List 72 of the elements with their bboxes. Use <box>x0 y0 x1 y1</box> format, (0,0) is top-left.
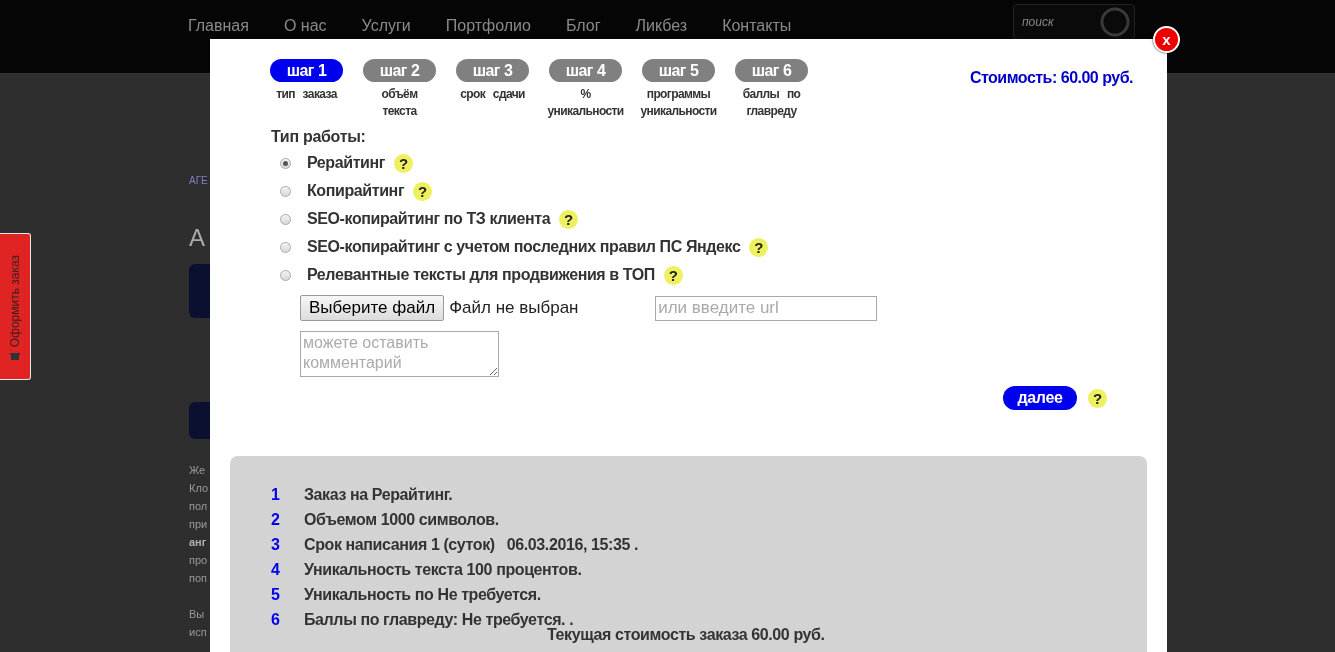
paragraph-text: при <box>189 517 209 532</box>
nav-link[interactable]: Ликбез <box>635 16 688 35</box>
summary-text: Заказ на Рерайтинг. <box>304 485 453 504</box>
paragraph-text: Же <box>189 463 207 478</box>
step-caption: срок сдачи <box>459 86 526 103</box>
radio-button[interactable] <box>280 185 291 197</box>
list-number: 5 <box>270 585 281 604</box>
summary-text: Баллы по главреду: Не требуется. . <box>304 610 574 629</box>
summary-text: Уникальность текста 100 процентов. <box>304 560 582 579</box>
radio-button[interactable] <box>280 157 291 169</box>
step-caption: тип заказа <box>275 86 339 103</box>
step-caption: программы уникальности <box>640 86 717 120</box>
step-tab[interactable]: шаг 1 <box>270 59 343 82</box>
step-tab[interactable]: шаг 5 <box>642 59 715 82</box>
next-button[interactable]: далее <box>1003 386 1077 410</box>
help-icon[interactable]: ? <box>749 237 769 257</box>
step-tab[interactable]: шаг 6 <box>735 59 808 82</box>
url-field[interactable]: или введите url <box>655 295 878 321</box>
paragraph-text: Вы <box>189 607 206 622</box>
paragraph-text: анг <box>189 535 208 550</box>
list-number: 4 <box>270 560 281 579</box>
page-heading: А <box>189 224 206 252</box>
comment-field[interactable]: можете оставить комментарий <box>300 331 499 377</box>
search-icon[interactable] <box>1100 6 1130 37</box>
nav-link[interactable]: Услуги <box>361 16 411 35</box>
total-text: Текущая стоимость заказа 60.00 руб. <box>547 626 826 644</box>
nav-link[interactable]: О нас <box>283 16 327 35</box>
section-label: Тип работы: <box>271 128 367 146</box>
radio-button[interactable] <box>280 241 291 253</box>
list-number: 1 <box>270 485 281 504</box>
paragraph-text: исп <box>189 625 208 640</box>
search-field[interactable]: поиск <box>1013 3 1135 40</box>
search-input[interactable]: поиск <box>1014 14 1096 29</box>
breadcrumb-link[interactable]: АГЕ <box>189 175 210 186</box>
summary-text: Срок написания 1 (суток) 06.03.2016, 15:35 . <box>304 535 638 554</box>
nav-link[interactable]: Портфолио <box>445 16 531 35</box>
nav-link[interactable]: Контакты <box>722 16 792 35</box>
radio-button[interactable] <box>280 269 291 281</box>
paragraph-text: пол <box>189 499 209 514</box>
step-caption: баллы по главреду <box>741 86 802 120</box>
nav-link[interactable]: Главная <box>188 16 249 35</box>
list-number: 2 <box>270 510 281 529</box>
option-label[interactable]: Рерайтинг <box>307 154 386 172</box>
option-label[interactable]: SEO-копирайтинг по ТЗ клиента <box>307 210 551 228</box>
help-icon[interactable]: ? <box>663 265 683 285</box>
choose-file-button[interactable]: Выберите файл <box>300 295 445 321</box>
step-tab[interactable]: шаг 3 <box>456 59 529 82</box>
banner-block <box>189 402 210 439</box>
file-status: Файл не выбран <box>449 298 580 318</box>
list-number: 6 <box>270 610 281 629</box>
option-label[interactable]: Релевантные тексты для продвижения в ТОП <box>307 266 655 284</box>
summary-text: Уникальность по Не требуется. <box>304 585 541 604</box>
paragraph-text: поп <box>189 571 209 586</box>
option-label[interactable]: Копирайтинг <box>307 182 405 200</box>
step-caption: % уникальности <box>547 86 624 120</box>
help-icon[interactable]: ? <box>1088 388 1107 408</box>
help-icon[interactable]: ? <box>394 153 414 173</box>
step-tab[interactable]: шаг 4 <box>549 59 622 82</box>
banner-block <box>189 264 210 318</box>
nav-link[interactable]: Блог <box>565 16 601 35</box>
list-number: 3 <box>270 535 281 554</box>
paragraph-text: Кло <box>189 481 210 496</box>
help-icon[interactable]: ? <box>559 209 579 229</box>
price-label: Стоимость: 60.00 руб. <box>969 69 1133 87</box>
order-side-tab[interactable]: Оформить заказ <box>0 233 31 380</box>
step-caption: объём текста <box>380 86 419 120</box>
paragraph-text: про <box>189 553 209 568</box>
radio-button[interactable] <box>280 213 291 225</box>
help-icon[interactable]: ? <box>413 181 433 201</box>
step-tab[interactable]: шаг 2 <box>363 59 436 82</box>
summary-text: Объемом 1000 символов. <box>304 510 499 529</box>
option-label[interactable]: SEO-копирайтинг с учетом последних правил ПС Яндекс <box>307 238 741 256</box>
